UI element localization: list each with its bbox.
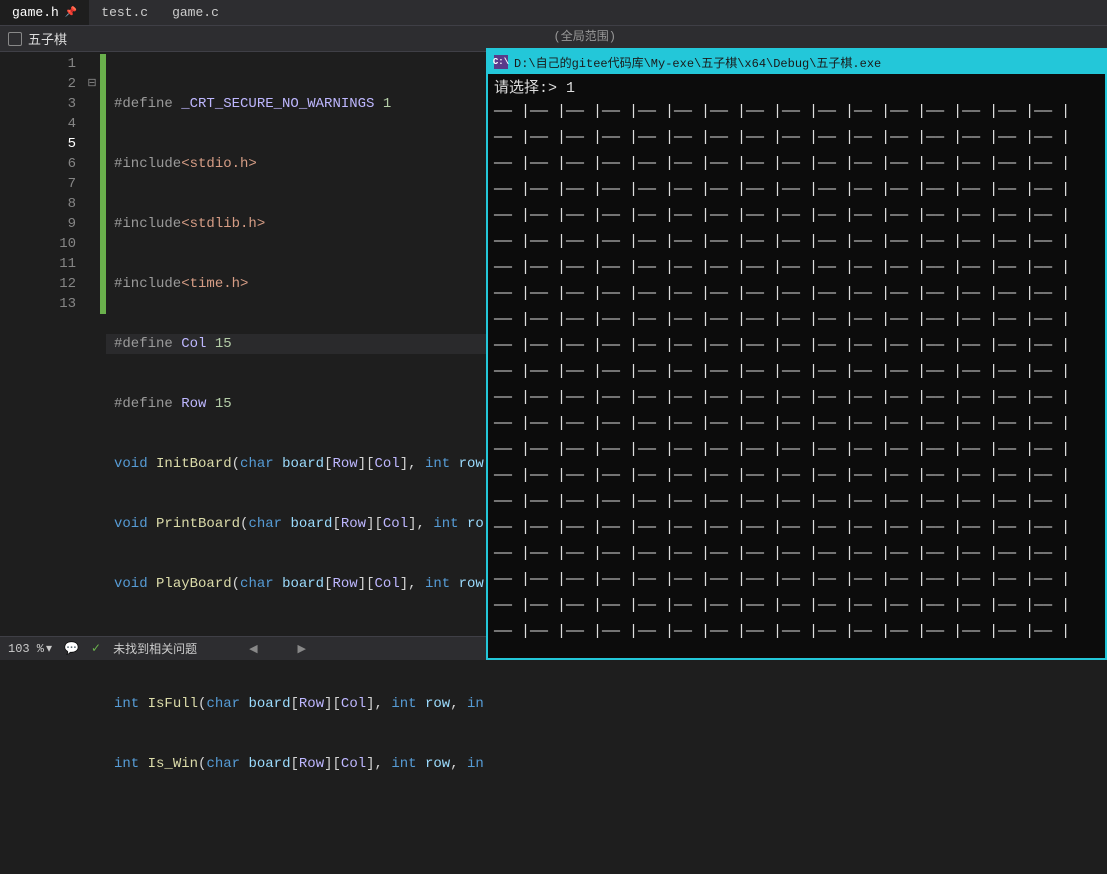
- pin-icon: 📌: [65, 7, 77, 19]
- line-number: 13: [0, 294, 76, 314]
- tab-label: test.c: [101, 5, 148, 20]
- line-number: 7: [0, 174, 76, 194]
- fold-column: ⊟: [84, 52, 100, 636]
- feedback-icon[interactable]: 💬: [64, 641, 79, 656]
- tab-label: game.c: [172, 5, 219, 20]
- zoom-level[interactable]: 103 % ▾: [8, 641, 52, 656]
- tab-game-h[interactable]: game.h 📌: [0, 0, 89, 25]
- console-prompt: 请选择:> 1: [494, 76, 1099, 97]
- line-number: 4: [0, 114, 76, 134]
- line-gutter: 1 2 3 4 5 6 7 8 9 10 11 12 13: [0, 52, 84, 636]
- line-number: 2: [0, 74, 76, 94]
- console-window[interactable]: C:\ D:\自己的gitee代码库\My-exe\五子棋\x64\Debug\…: [486, 48, 1107, 660]
- line-number: 12: [0, 274, 76, 294]
- fold-toggle-icon[interactable]: ⊟: [84, 74, 100, 94]
- scroll-right-icon[interactable]: ▶: [298, 642, 306, 656]
- console-body[interactable]: 请选择:> 1 —— |—— |—— |—— |—— |—— |—— |—— |…: [488, 74, 1105, 658]
- tab-bar: game.h 📌 test.c game.c: [0, 0, 1107, 26]
- file-icon: [8, 32, 22, 46]
- line-number: 3: [0, 94, 76, 114]
- line-number: 9: [0, 214, 76, 234]
- breadcrumb-label: 五子棋: [28, 29, 67, 48]
- line-number: 10: [0, 234, 76, 254]
- line-number: 6: [0, 154, 76, 174]
- issues-text[interactable]: 未找到相关问题: [113, 640, 197, 657]
- game-board: —— |—— |—— |—— |—— |—— |—— |—— |—— |—— |…: [494, 99, 1070, 645]
- scroll-left-icon[interactable]: ◀: [249, 642, 257, 656]
- tab-game-c[interactable]: game.c: [160, 0, 231, 25]
- horizontal-scroll[interactable]: ◀ ▶: [249, 642, 306, 656]
- chevron-down-icon: ▾: [46, 641, 52, 656]
- breadcrumb-project[interactable]: 五子棋: [0, 29, 75, 48]
- console-icon: C:\: [494, 55, 508, 69]
- line-number: 8: [0, 194, 76, 214]
- tab-label: game.h: [12, 5, 59, 20]
- line-number: 11: [0, 254, 76, 274]
- tab-test-c[interactable]: test.c: [89, 0, 160, 25]
- scope-dropdown[interactable]: (全局范围): [554, 27, 616, 44]
- line-number: 5: [0, 134, 76, 154]
- console-title: D:\自己的gitee代码库\My-exe\五子棋\x64\Debug\五子棋.…: [514, 54, 881, 71]
- console-titlebar[interactable]: C:\ D:\自己的gitee代码库\My-exe\五子棋\x64\Debug\…: [488, 50, 1105, 74]
- line-number: 1: [0, 54, 76, 74]
- check-icon: ✓: [91, 641, 101, 656]
